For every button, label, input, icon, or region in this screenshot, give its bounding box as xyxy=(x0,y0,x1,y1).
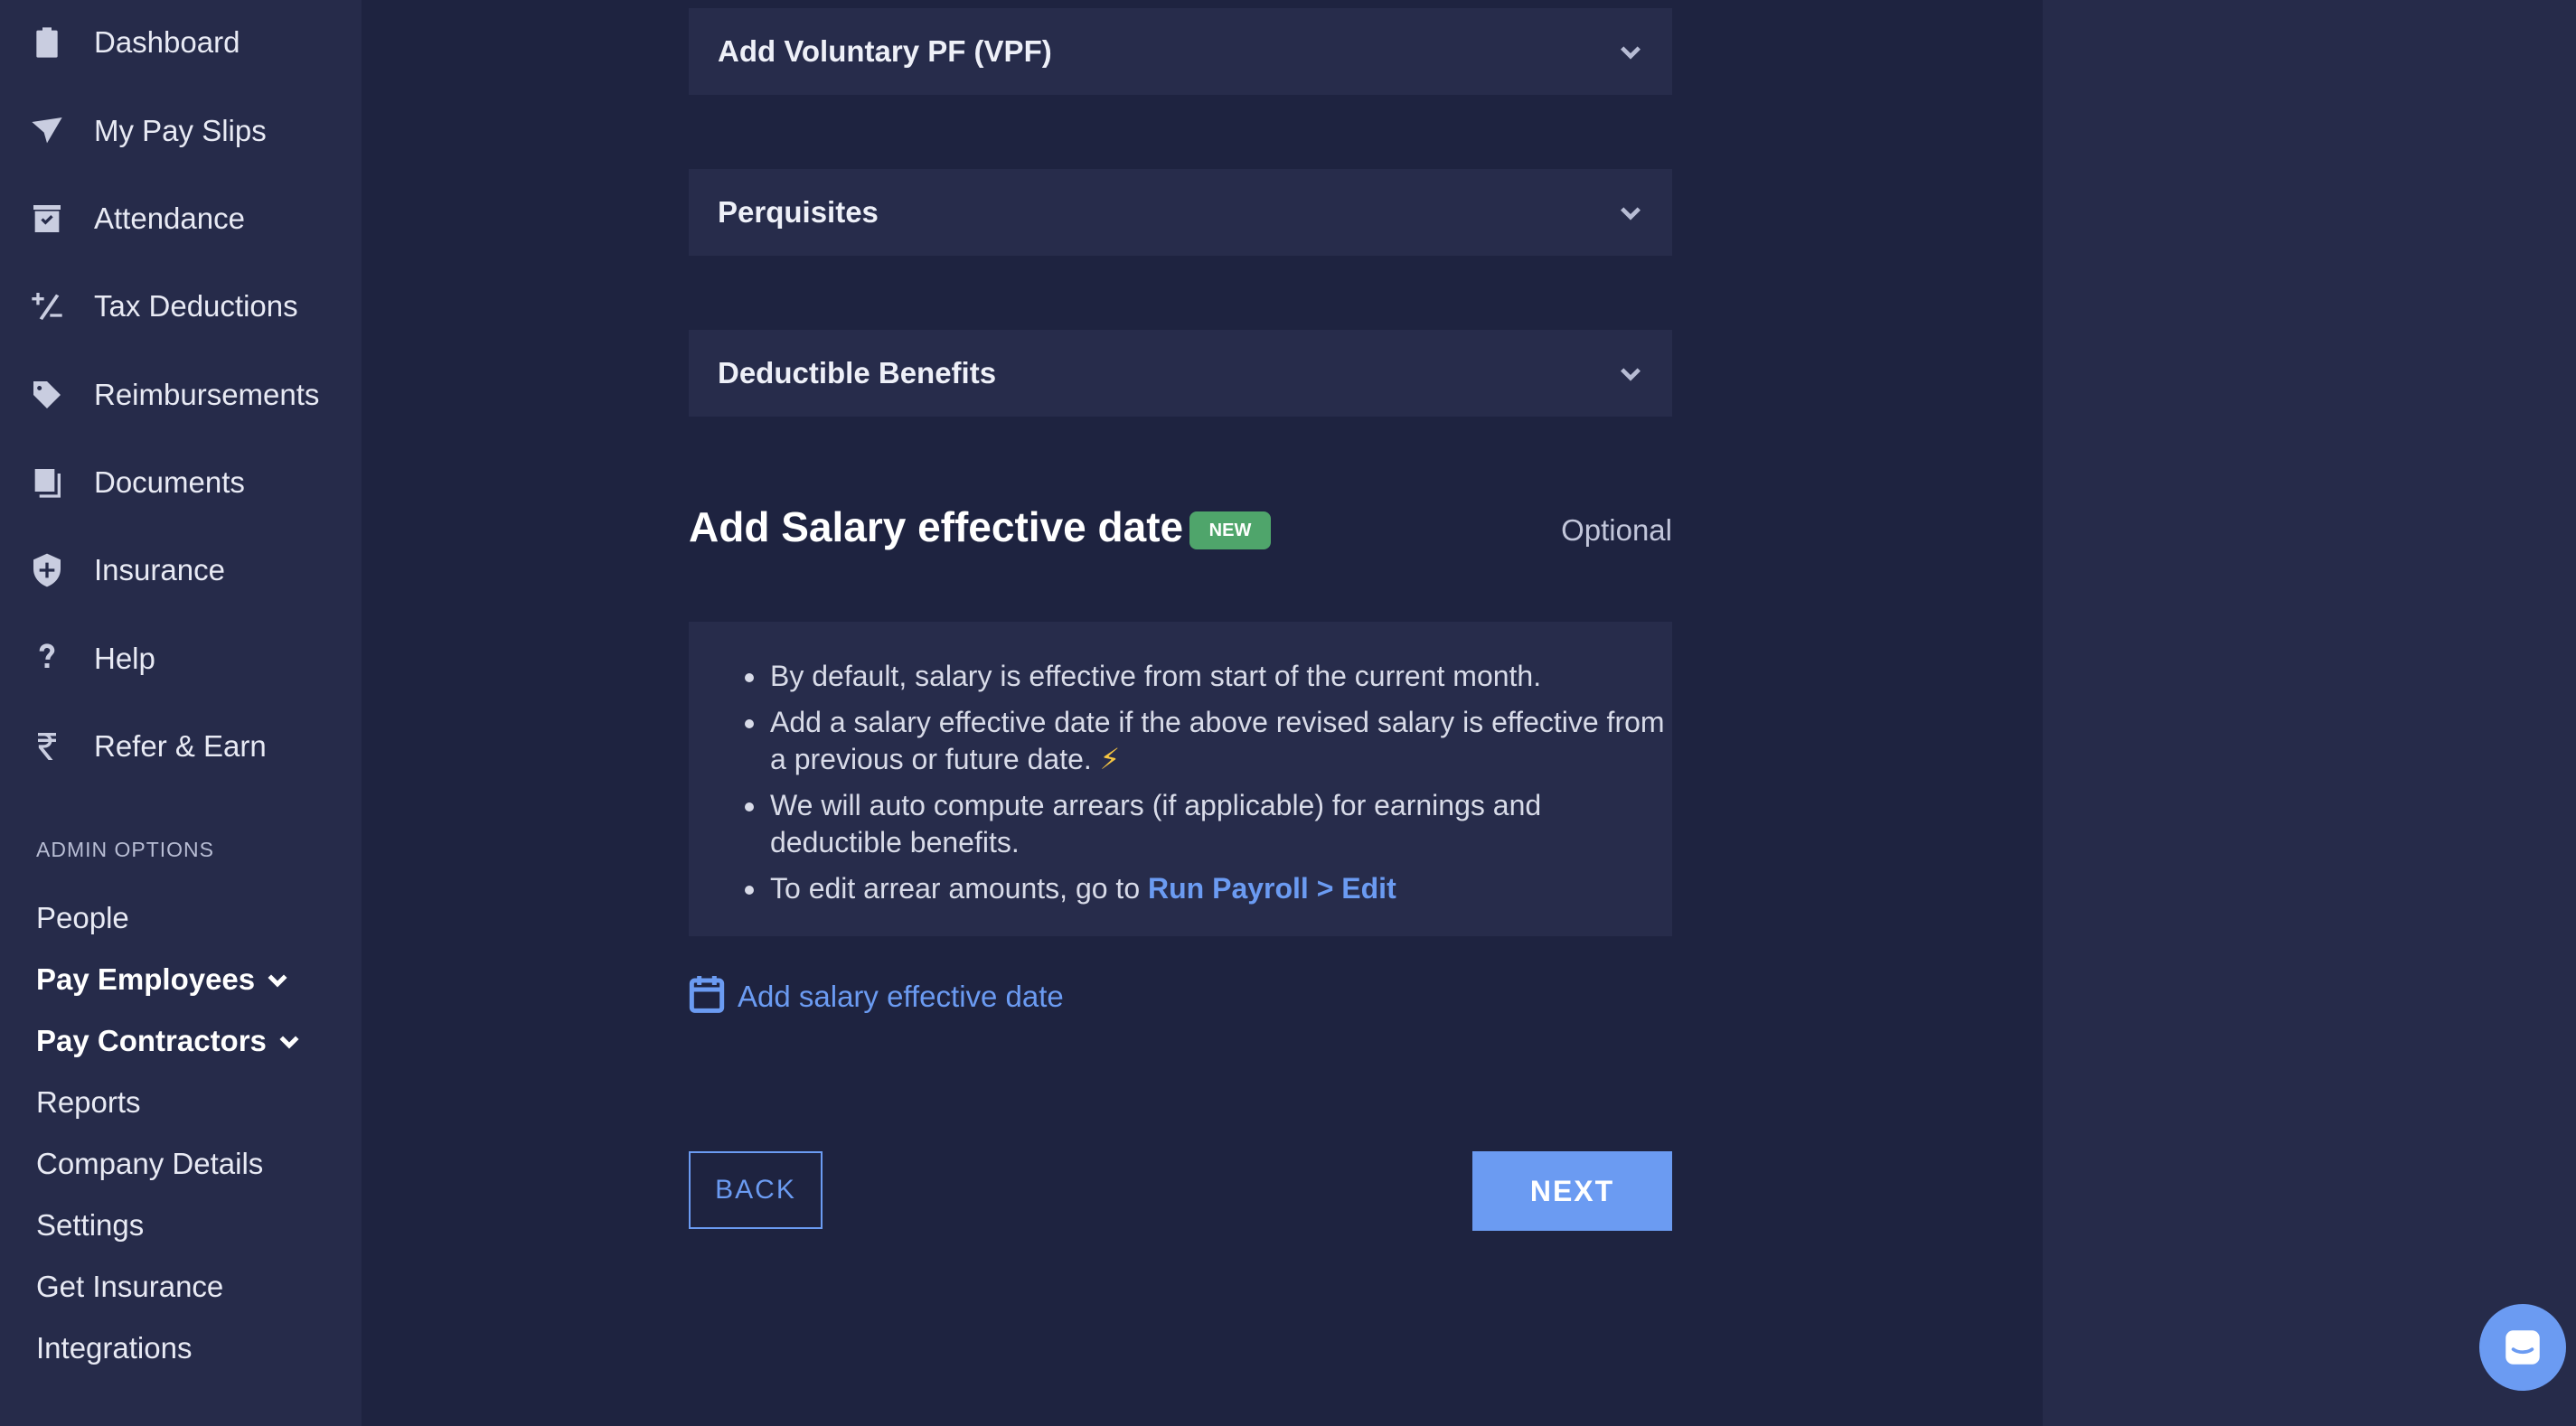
chevron-down-icon xyxy=(1616,37,1645,66)
nav-label: Documents xyxy=(94,465,245,499)
admin-label: Reports xyxy=(36,1085,141,1119)
calendar-check-icon xyxy=(27,199,67,239)
info-text: By default, salary is effective from sta… xyxy=(770,660,1542,692)
chevron-down-icon xyxy=(1616,198,1645,227)
nav-documents[interactable]: Documents xyxy=(0,455,362,510)
back-button[interactable]: BACK xyxy=(689,1151,823,1229)
paper-plane-icon xyxy=(27,111,67,151)
nav-label: Dashboard xyxy=(94,25,240,59)
chevron-down-icon xyxy=(1616,359,1645,388)
nav-label: Tax Deductions xyxy=(94,289,298,323)
admin-label: Integrations xyxy=(36,1331,193,1365)
accordion-deductible-benefits[interactable]: Deductible Benefits xyxy=(689,330,1672,417)
admin-pay-employees[interactable]: Pay Employees xyxy=(36,962,291,997)
lightning-icon: ⚡ xyxy=(1099,743,1121,775)
calendar-icon xyxy=(689,974,725,1018)
admin-reports[interactable]: Reports xyxy=(36,1085,141,1120)
info-bullet: To edit arrear amounts, go to Run Payrol… xyxy=(745,870,1674,907)
nav-label: Reimbursements xyxy=(94,378,320,411)
documents-icon xyxy=(27,463,67,502)
admin-label: People xyxy=(36,901,129,934)
nav-tax-deductions[interactable]: Tax Deductions xyxy=(0,279,362,333)
info-text: We will auto compute arrears (if applica… xyxy=(770,789,1542,858)
admin-get-insurance[interactable]: Get Insurance xyxy=(36,1270,223,1304)
add-salary-effective-date-link[interactable]: Add salary effective date xyxy=(689,974,1064,1018)
admin-label: Pay Contractors xyxy=(36,1024,267,1057)
nav-label: Refer & Earn xyxy=(94,729,267,763)
nav-label: Help xyxy=(94,642,155,675)
question-icon xyxy=(27,639,67,679)
admin-label: Pay Employees xyxy=(36,962,256,996)
plus-minus-icon xyxy=(27,286,67,326)
info-bullet: We will auto compute arrears (if applica… xyxy=(745,787,1674,861)
right-panel xyxy=(2043,0,2576,1426)
chat-icon xyxy=(2505,1330,2540,1365)
info-box: By default, salary is effective from sta… xyxy=(689,622,1672,936)
accordion-title: Add Voluntary PF (VPF) xyxy=(718,34,1052,68)
nav-my-pay-slips[interactable]: My Pay Slips xyxy=(0,104,362,158)
nav-dashboard[interactable]: Dashboard xyxy=(0,15,362,70)
optional-label: Optional xyxy=(1561,513,1672,547)
run-payroll-link[interactable]: Run Payroll > Edit xyxy=(1148,872,1396,905)
chevron-down-icon xyxy=(276,1027,303,1055)
admin-integrations[interactable]: Integrations xyxy=(36,1331,192,1365)
info-text: To edit arrear amounts, go to xyxy=(770,872,1148,905)
next-button[interactable]: NEXT xyxy=(1472,1151,1672,1231)
nav-attendance[interactable]: Attendance xyxy=(0,192,362,246)
nav-label: Attendance xyxy=(94,202,245,235)
chat-launcher[interactable] xyxy=(2479,1304,2566,1391)
info-bullet: By default, salary is effective from sta… xyxy=(745,658,1674,695)
admin-people[interactable]: People xyxy=(36,901,129,935)
admin-label: Settings xyxy=(36,1208,145,1242)
admin-pay-contractors[interactable]: Pay Contractors xyxy=(36,1024,303,1058)
admin-settings[interactable]: Settings xyxy=(36,1208,144,1243)
new-badge: NEW xyxy=(1189,511,1271,549)
admin-label: Get Insurance xyxy=(36,1270,224,1303)
accordion-title: Deductible Benefits xyxy=(718,356,997,389)
accordion-vpf[interactable]: Add Voluntary PF (VPF) xyxy=(689,8,1672,95)
admin-label: Company Details xyxy=(36,1147,264,1180)
nav-label: Insurance xyxy=(94,553,225,586)
admin-company-details[interactable]: Company Details xyxy=(36,1147,263,1181)
accordion-perquisites[interactable]: Perquisites xyxy=(689,169,1672,256)
section-title: Add Salary effective date xyxy=(689,503,1184,550)
tag-icon xyxy=(27,375,67,415)
nav-label: My Pay Slips xyxy=(94,114,267,147)
rupee-icon xyxy=(27,727,67,766)
admin-options-heading: ADMIN OPTIONS xyxy=(36,838,215,861)
nav-reimbursements[interactable]: Reimbursements xyxy=(0,368,362,422)
shield-plus-icon xyxy=(27,550,67,590)
accordion-title: Perquisites xyxy=(718,195,879,229)
nav-refer-earn[interactable]: Refer & Earn xyxy=(0,719,362,774)
info-bullet: Add a salary effective date if the above… xyxy=(745,704,1674,778)
info-text: Add a salary effective date if the above… xyxy=(770,706,1665,775)
add-date-label: Add salary effective date xyxy=(738,979,1064,1013)
nav-help[interactable]: Help xyxy=(0,632,362,686)
clipboard-icon xyxy=(27,23,67,62)
sidebar: Dashboard My Pay Slips Attendance Tax De… xyxy=(0,0,362,1426)
chevron-down-icon xyxy=(264,966,291,993)
nav-insurance[interactable]: Insurance xyxy=(0,543,362,597)
info-list: By default, salary is effective from sta… xyxy=(689,658,1674,916)
